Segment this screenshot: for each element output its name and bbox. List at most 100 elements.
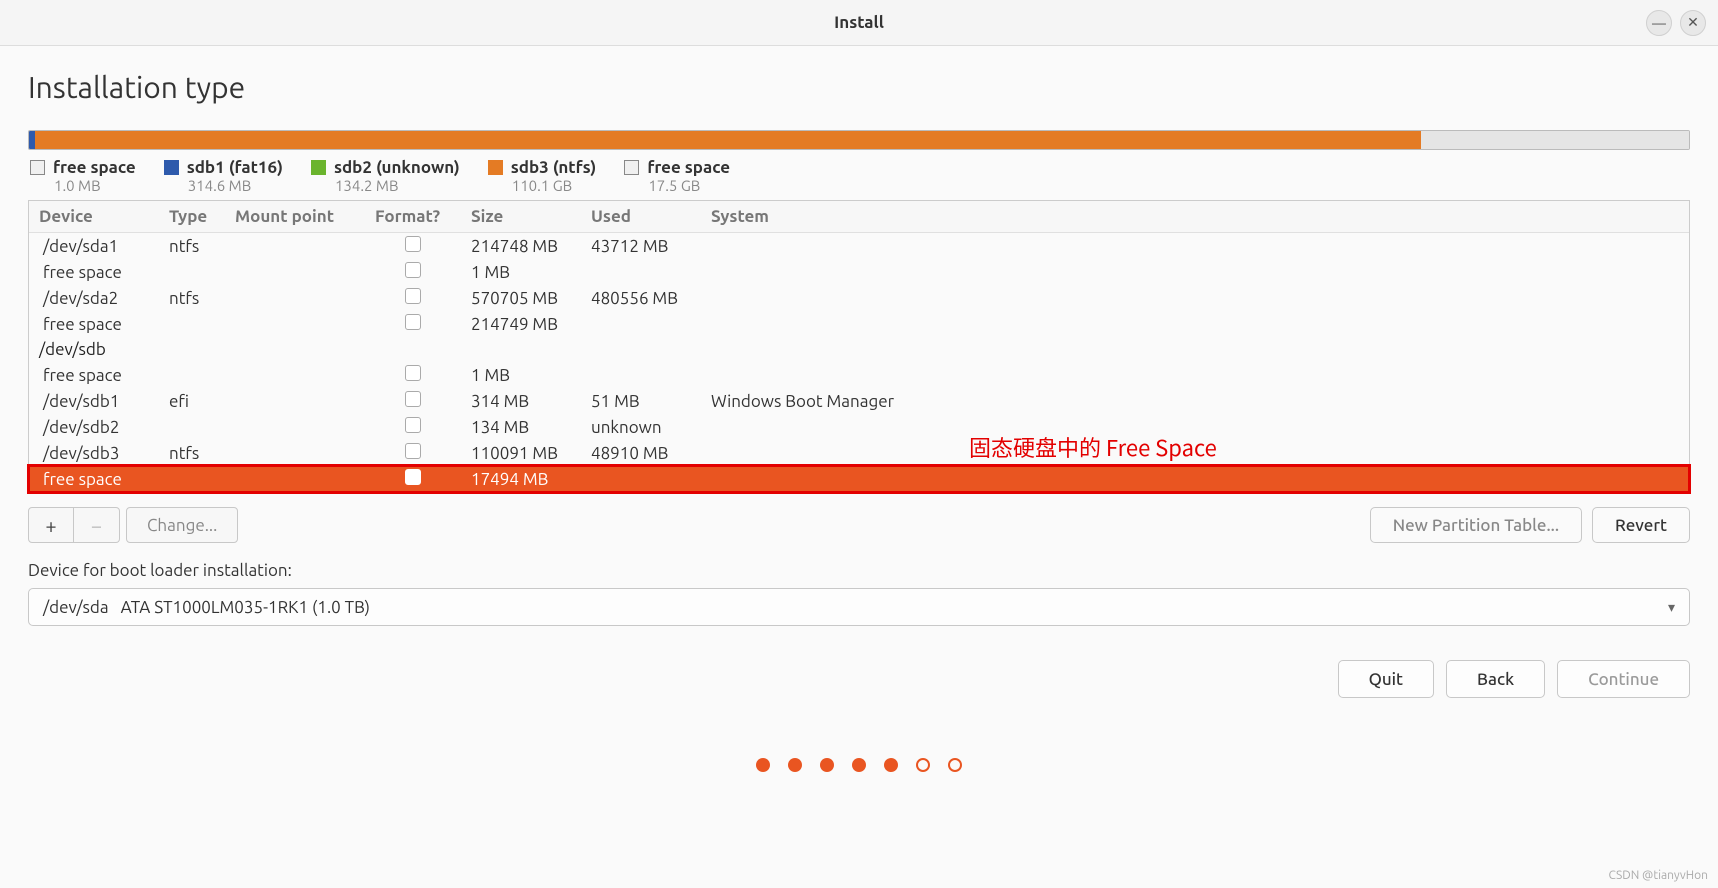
legend-item: sdb1 (fat16)314.6 MB <box>164 158 283 194</box>
legend-sub: 134.2 MB <box>335 177 460 194</box>
cell-used <box>581 311 701 337</box>
cell-format <box>365 259 461 285</box>
dot <box>884 758 898 772</box>
cell-size: 1 MB <box>461 259 581 285</box>
legend-label: free space <box>647 158 730 177</box>
cell-used <box>581 362 701 388</box>
partition-table-wrap: Device Type Mount point Format? Size Use… <box>28 200 1690 493</box>
cell-format <box>365 414 461 440</box>
table-row[interactable]: /dev/sdb3ntfs110091 MB48910 MB <box>29 440 1689 466</box>
cell-device: /dev/sdb3 <box>29 440 159 466</box>
cell-size: 17494 MB <box>461 466 581 492</box>
cell-format <box>365 233 461 260</box>
checkbox[interactable] <box>405 391 421 407</box>
cell-used <box>581 466 701 492</box>
col-mount[interactable]: Mount point <box>225 201 365 233</box>
cell-device: /dev/sdb1 <box>29 388 159 414</box>
cell-device: free space <box>29 466 159 492</box>
cell-system <box>701 466 1689 492</box>
col-format[interactable]: Format? <box>365 201 461 233</box>
legend-label: sdb1 (fat16) <box>187 158 283 177</box>
swatch-icon <box>624 160 639 175</box>
cell-size: 1 MB <box>461 362 581 388</box>
col-device[interactable]: Device <box>29 201 159 233</box>
cell-type: ntfs <box>159 285 225 311</box>
table-row[interactable]: free space 1 MB <box>29 362 1689 388</box>
table-row[interactable]: /dev/sdb1efi314 MB51 MBWindows Boot Mana… <box>29 388 1689 414</box>
col-used[interactable]: Used <box>581 201 701 233</box>
new-partition-table-button[interactable]: New Partition Table... <box>1370 507 1582 543</box>
cell-system <box>701 362 1689 388</box>
bootloader-select[interactable]: /dev/sda ATA ST1000LM035-1RK1 (1.0 TB) ▾ <box>28 588 1690 626</box>
table-row[interactable]: free space214749 MB <box>29 311 1689 337</box>
legend-sub: 17.5 GB <box>648 177 730 194</box>
continue-button[interactable]: Continue <box>1557 660 1690 698</box>
cell-mount <box>225 233 365 260</box>
cell-system <box>701 414 1689 440</box>
cell-format <box>365 311 461 337</box>
close-button[interactable]: ✕ <box>1680 10 1706 36</box>
cell-mount <box>225 259 365 285</box>
cell-mount <box>225 311 365 337</box>
col-type[interactable]: Type <box>159 201 225 233</box>
cell-device: free space <box>29 362 159 388</box>
legend-item: free space17.5 GB <box>624 158 730 194</box>
revert-button[interactable]: Revert <box>1592 507 1690 543</box>
dot <box>916 758 930 772</box>
cell-mount <box>225 414 365 440</box>
bootloader-desc: ATA ST1000LM035-1RK1 (1.0 TB) <box>121 598 370 617</box>
checkbox[interactable] <box>405 443 421 459</box>
checkbox[interactable] <box>405 262 421 278</box>
cell-used: 51 MB <box>581 388 701 414</box>
checkbox[interactable] <box>405 469 421 485</box>
cell-system <box>701 285 1689 311</box>
cell-device: /dev/sda1 <box>29 233 159 260</box>
minimize-button[interactable]: — <box>1646 10 1672 36</box>
cell-type: efi <box>159 388 225 414</box>
legend-label: sdb3 (ntfs) <box>511 158 597 177</box>
cell-system <box>701 233 1689 260</box>
cell-size: 214748 MB <box>461 233 581 260</box>
partition-table[interactable]: Device Type Mount point Format? Size Use… <box>29 201 1689 492</box>
dot <box>756 758 770 772</box>
table-row[interactable]: /dev/sda1ntfs214748 MB43712 MB <box>29 233 1689 260</box>
table-row[interactable]: free space 1 MB <box>29 259 1689 285</box>
swatch-icon <box>488 160 503 175</box>
table-row[interactable]: /dev/sda2ntfs570705 MB480556 MB <box>29 285 1689 311</box>
quit-button[interactable]: Quit <box>1338 660 1434 698</box>
checkbox[interactable] <box>405 314 421 330</box>
cell-type <box>159 362 225 388</box>
cell-format <box>365 388 461 414</box>
cell-device: /dev/sdb2 <box>29 414 159 440</box>
change-button[interactable]: Change... <box>126 507 238 543</box>
col-system[interactable]: System <box>701 201 1689 233</box>
table-row[interactable]: /dev/sdb2134 MBunknown <box>29 414 1689 440</box>
legend-label: sdb2 (unknown) <box>334 158 460 177</box>
cell-size: 110091 MB <box>461 440 581 466</box>
dot <box>788 758 802 772</box>
checkbox[interactable] <box>405 288 421 304</box>
table-row[interactable]: free space 17494 MB <box>29 466 1689 492</box>
cell-size: 314 MB <box>461 388 581 414</box>
swatch-icon <box>30 160 45 175</box>
cell-type <box>159 311 225 337</box>
remove-button[interactable]: − <box>74 507 120 543</box>
bootloader-device: /dev/sda <box>43 598 109 617</box>
cell-device: free space <box>29 259 159 285</box>
cell-used: 48910 MB <box>581 440 701 466</box>
swatch-icon <box>311 160 326 175</box>
checkbox[interactable] <box>405 236 421 252</box>
col-size[interactable]: Size <box>461 201 581 233</box>
checkbox[interactable] <box>405 365 421 381</box>
table-row[interactable]: /dev/sdb <box>29 337 1689 362</box>
add-button[interactable]: + <box>28 507 74 543</box>
checkbox[interactable] <box>405 417 421 433</box>
back-button[interactable]: Back <box>1446 660 1545 698</box>
chevron-down-icon: ▾ <box>1668 599 1675 616</box>
page-title: Installation type <box>28 70 1690 104</box>
cell-size: 134 MB <box>461 414 581 440</box>
window-controls: — ✕ <box>1646 10 1706 36</box>
cell-type <box>159 466 225 492</box>
cell-mount <box>225 388 365 414</box>
cell-system <box>701 259 1689 285</box>
